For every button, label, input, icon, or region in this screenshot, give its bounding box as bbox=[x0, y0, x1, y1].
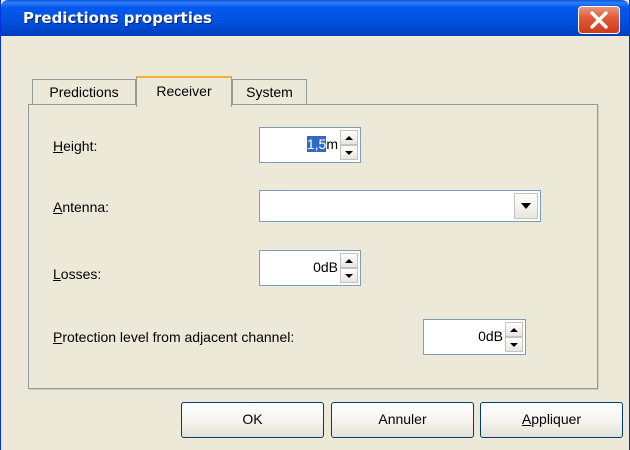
tab-predictions[interactable]: Predictions bbox=[32, 79, 136, 105]
losses-label: Losses: bbox=[53, 266, 101, 282]
arrow-down-icon bbox=[510, 342, 518, 347]
protection-decrement-button[interactable] bbox=[505, 337, 523, 352]
cancel-button[interactable]: Annuler bbox=[331, 402, 474, 438]
arrow-down-icon bbox=[345, 150, 353, 155]
apply-button[interactable]: Appliquer bbox=[480, 402, 623, 438]
losses-increment-button[interactable] bbox=[340, 253, 358, 268]
losses-value[interactable]: 0 bbox=[313, 259, 321, 275]
tab-system[interactable]: System bbox=[232, 79, 307, 105]
antenna-select[interactable] bbox=[259, 190, 541, 222]
height-spinbox[interactable]: 1,5m bbox=[259, 127, 361, 163]
height-spin-buttons bbox=[340, 130, 358, 160]
antenna-label-text: ntenna: bbox=[62, 199, 110, 215]
apply-button-label: ppliquer bbox=[531, 411, 582, 427]
antenna-dropdown-button[interactable] bbox=[514, 193, 538, 219]
window-title: Predictions properties bbox=[23, 9, 212, 27]
height-decrement-button[interactable] bbox=[340, 145, 358, 160]
height-label-text: eight: bbox=[63, 138, 98, 154]
arrow-up-icon bbox=[345, 135, 353, 140]
tab-receiver[interactable]: Receiver bbox=[136, 76, 232, 107]
title-bar[interactable]: Predictions properties bbox=[1, 0, 629, 36]
protection-label-accel: P bbox=[53, 329, 63, 345]
losses-unit: dB bbox=[320, 259, 338, 275]
apply-button-accel: A bbox=[521, 411, 532, 427]
losses-decrement-button[interactable] bbox=[340, 268, 358, 283]
dropdown-arrow-icon bbox=[521, 203, 531, 209]
protection-value[interactable]: 0 bbox=[478, 328, 486, 344]
protection-label-text: rotection level from adjacent channel: bbox=[62, 329, 295, 345]
height-value[interactable]: 1,5 bbox=[306, 136, 327, 152]
protection-label: Protection level from adjacent channel: bbox=[53, 329, 294, 345]
height-label: Height: bbox=[53, 138, 97, 154]
dialog-window: Predictions properties Predictions Recei… bbox=[0, 0, 630, 450]
protection-spin-buttons bbox=[505, 322, 523, 352]
losses-label-accel: L bbox=[53, 266, 61, 282]
arrow-up-icon bbox=[510, 327, 518, 332]
height-value-display: 1,5m bbox=[306, 136, 338, 152]
height-label-accel: H bbox=[53, 138, 64, 154]
losses-label-text: osses: bbox=[60, 266, 102, 282]
close-button[interactable] bbox=[578, 6, 620, 34]
protection-unit: dB bbox=[485, 328, 503, 344]
close-x-icon bbox=[590, 11, 608, 29]
arrow-up-icon bbox=[345, 258, 353, 263]
protection-increment-button[interactable] bbox=[505, 322, 523, 337]
arrow-down-icon bbox=[345, 273, 353, 278]
protection-spinbox[interactable]: 0dB bbox=[423, 319, 526, 355]
ok-button[interactable]: OK bbox=[181, 402, 324, 438]
height-increment-button[interactable] bbox=[340, 130, 358, 145]
antenna-label-accel: A bbox=[53, 199, 63, 215]
losses-spinbox[interactable]: 0dB bbox=[259, 250, 361, 286]
antenna-label: Antenna: bbox=[53, 199, 109, 215]
protection-value-display: 0dB bbox=[478, 328, 503, 344]
receiver-panel: Height: 1,5m Antenna: Losses: 0dB Protec… bbox=[28, 104, 598, 389]
losses-value-display: 0dB bbox=[313, 259, 338, 275]
losses-spin-buttons bbox=[340, 253, 358, 283]
height-unit: m bbox=[326, 136, 338, 152]
